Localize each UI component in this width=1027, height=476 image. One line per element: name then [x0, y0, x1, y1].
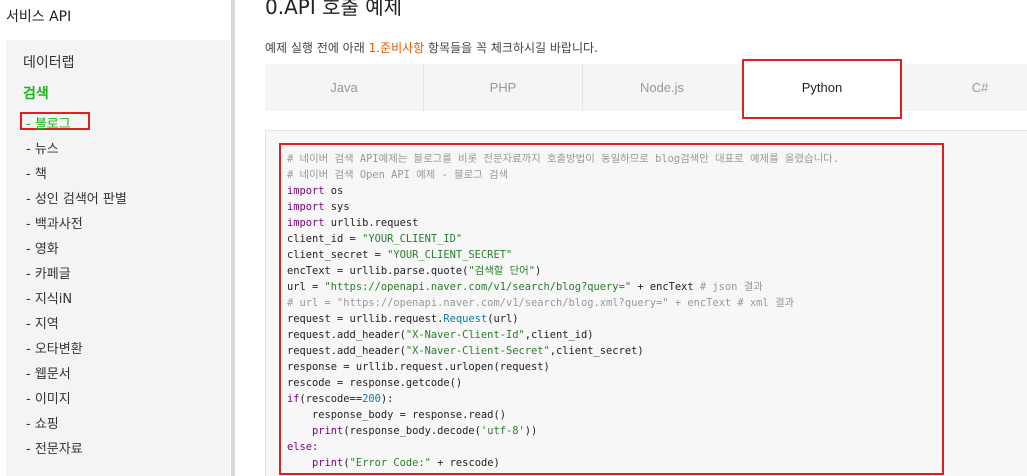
code-line: response_body = response.read() — [287, 409, 506, 421]
highlight-box-python — [742, 59, 902, 119]
sidebar-heading-datalab[interactable]: 데이터랩 — [23, 52, 75, 72]
tab-nodejs[interactable]: Node.js — [583, 64, 741, 111]
sidebar-item-cafe[interactable]: - 카페글 — [26, 263, 71, 282]
sidebar-item-book[interactable]: - 책 — [26, 163, 47, 182]
sidebar-panel — [6, 40, 230, 476]
sidebar-item-kin[interactable]: - 지식iN — [26, 288, 72, 307]
prerequisites-link[interactable]: 1.준비사항 — [369, 41, 425, 55]
code-line: response = urllib.request.urlopen(reques… — [287, 361, 550, 373]
sidebar-item-adult-check[interactable]: - 성인 검색어 판별 — [26, 188, 127, 207]
description-suffix: 항목들을 꼭 체크하시길 바랍니다. — [424, 41, 598, 55]
sidebar-item-image[interactable]: - 이미지 — [26, 388, 71, 407]
code-line: url = "https://openapi.naver.com/v1/sear… — [287, 281, 763, 293]
sidebar-item-local[interactable]: - 지역 — [26, 313, 59, 332]
code-block[interactable]: # 네이버 검색 API예제는 블로그를 비롯 전문자료까지 호출방법이 동일하… — [287, 151, 839, 471]
code-line: request.add_header("X-Naver-Client-Id",c… — [287, 329, 594, 341]
code-line: # 네이버 검색 API예제는 블로그를 비롯 전문자료까지 호출방법이 동일하… — [287, 153, 839, 165]
sidebar-scrollbar[interactable] — [231, 0, 235, 476]
code-line: print("Error Code:" + rescode) — [312, 457, 500, 469]
sidebar-item-encyclopedia[interactable]: - 백과사전 — [26, 213, 83, 232]
code-line: request.add_header("X-Naver-Client-Secre… — [287, 345, 644, 357]
sidebar-item-blog[interactable]: - 블로그 — [26, 113, 71, 132]
tab-java[interactable]: Java — [265, 64, 423, 111]
code-line: request = urllib.request.Request(url) — [287, 313, 519, 325]
description: 예제 실행 전에 아래 1.준비사항 항목들을 꼭 체크하시길 바랍니다. — [265, 39, 598, 56]
code-line: print(response_body.decode('utf-8')) — [312, 425, 538, 437]
code-line: import urllib.request — [287, 217, 419, 229]
page-title: 0.API 호출 예제 — [265, 0, 403, 19]
sidebar-item-webdoc[interactable]: - 웹문서 — [26, 363, 71, 382]
code-line: encText = urllib.parse.quote("검색할 단어") — [287, 265, 542, 277]
code-line: else: — [287, 441, 319, 453]
code-line: client_secret = "YOUR_CLIENT_SECRET" — [287, 249, 513, 261]
sidebar-item-news[interactable]: - 뉴스 — [26, 138, 59, 157]
code-line: client_id = "YOUR_CLIENT_ID" — [287, 233, 463, 245]
sidebar-category-search[interactable]: 검색 — [23, 83, 49, 103]
sidebar-item-doc[interactable]: - 전문자료 — [26, 438, 83, 457]
sidebar-item-shop[interactable]: - 쇼핑 — [26, 413, 59, 432]
code-line: if(rescode==200): — [287, 393, 394, 405]
code-line: rescode = response.getcode() — [287, 377, 463, 389]
tab-php[interactable]: PHP — [424, 64, 582, 111]
sidebar-item-errata[interactable]: - 오타변환 — [26, 338, 83, 357]
code-line: # url = "https://openapi.naver.com/v1/se… — [287, 297, 795, 309]
tab-csharp[interactable]: C# — [903, 64, 1027, 111]
sidebar-title: 서비스 API — [6, 9, 72, 25]
description-prefix: 예제 실행 전에 아래 — [265, 41, 369, 55]
code-line: import os — [287, 185, 344, 197]
code-line: import sys — [287, 201, 350, 213]
code-line: # 네이버 검색 Open API 예제 - 블로그 검색 — [287, 169, 509, 181]
sidebar: 서비스 API 데이터랩 검색 - 블로그 - 뉴스 - 책 - 성인 검색어 … — [0, 0, 231, 476]
sidebar-item-movie[interactable]: - 영화 — [26, 238, 59, 257]
